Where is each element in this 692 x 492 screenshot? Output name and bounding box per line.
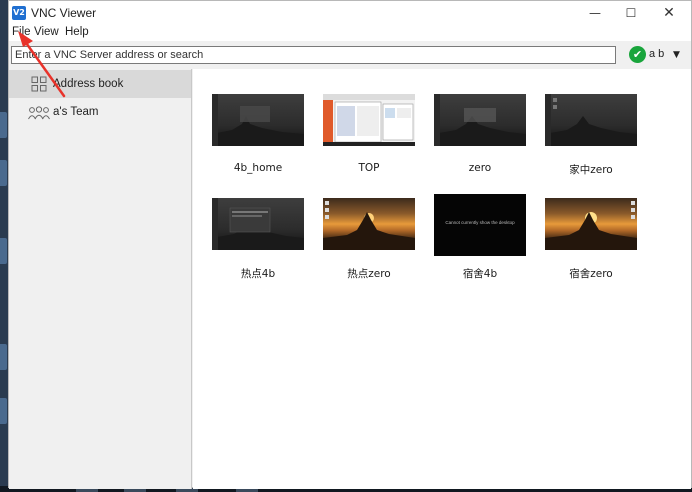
sidebar-item-team[interactable]: a's Team	[9, 98, 191, 126]
desktop-thumbnail	[323, 198, 415, 250]
menu-help[interactable]: Help	[65, 26, 89, 38]
connection-tile-dorm-zero[interactable]: 宿舍zero	[541, 198, 641, 288]
connection-name: 宿舍zero	[569, 268, 613, 280]
title-bar: V2 VNC Viewer — ☐ ✕	[9, 1, 691, 25]
connection-tile-top[interactable]: TOP	[319, 94, 419, 184]
desktop-icon[interactable]	[0, 398, 7, 424]
maximize-button[interactable]: ☐	[613, 1, 649, 25]
desktop-thumbnail	[545, 198, 637, 250]
connection-tile-4b-home[interactable]: 4b_home	[208, 94, 308, 184]
search-toolbar: ✔ a b ▼	[9, 41, 691, 69]
signed-in-check-icon: ✔	[629, 46, 646, 63]
minimize-button[interactable]: —	[577, 1, 613, 25]
sidebar: Address book a's Team	[9, 69, 192, 489]
desktop-thumbnail	[212, 94, 304, 146]
dropdown-arrow-icon[interactable]: ▼	[673, 46, 680, 64]
team-people-icon	[28, 106, 50, 120]
vnc-logo-icon: V2	[12, 6, 26, 20]
desktop-icon[interactable]	[0, 238, 7, 264]
desktop-icon[interactable]	[0, 112, 7, 138]
connection-name: TOP	[358, 162, 380, 174]
connection-name: 家中zero	[569, 164, 613, 176]
connection-tile-zero[interactable]: zero	[430, 94, 530, 184]
address-book-grid-icon	[31, 76, 47, 92]
connection-name: 热点4b	[240, 268, 276, 280]
connection-tile-home-zero[interactable]: 家中zero	[541, 94, 641, 184]
desktop-thumbnail	[545, 94, 637, 146]
connection-tile-hotspot-zero[interactable]: 热点zero	[319, 198, 419, 288]
close-button[interactable]: ✕	[651, 1, 687, 25]
desktop-icon[interactable]	[0, 160, 7, 186]
menu-bar: File View Help	[9, 25, 691, 41]
sidebar-item-label: Address book	[53, 78, 124, 90]
connection-name: 4b_home	[233, 162, 283, 174]
menu-view[interactable]: View	[34, 26, 59, 38]
sidebar-item-address-book[interactable]: Address book	[9, 70, 191, 98]
thumbnail-message: Cannot currently show the desktop	[445, 220, 515, 225]
account-name: a b	[649, 48, 665, 60]
account-menu[interactable]: ✔ a b ▼	[629, 46, 685, 64]
desktop-background	[0, 0, 8, 492]
menu-file[interactable]: File	[12, 26, 31, 38]
sidebar-item-label: a's Team	[53, 106, 99, 118]
connection-name: 热点zero	[347, 268, 391, 280]
connection-tile-dorm-4b[interactable]: Cannot currently show the desktop 宿舍4b	[430, 194, 530, 288]
desktop-thumbnail-unavailable: Cannot currently show the desktop	[434, 194, 526, 256]
connection-name: zero	[468, 162, 492, 174]
desktop-icon[interactable]	[0, 344, 7, 370]
connection-name: 宿舍4b	[462, 268, 498, 280]
desktop-thumbnail	[323, 94, 415, 146]
window-title: VNC Viewer	[31, 6, 97, 20]
search-input[interactable]	[11, 46, 616, 64]
connection-tile-hotspot-4b[interactable]: 热点4b	[208, 198, 308, 288]
vnc-viewer-window: V2 VNC Viewer — ☐ ✕ File View Help ✔ a b…	[8, 0, 692, 489]
desktop-thumbnail	[434, 94, 526, 146]
address-book-content: 4b_home TOP zero 家中zero 热点4b 热点zero Cann…	[193, 69, 691, 489]
desktop-thumbnail	[212, 198, 304, 250]
